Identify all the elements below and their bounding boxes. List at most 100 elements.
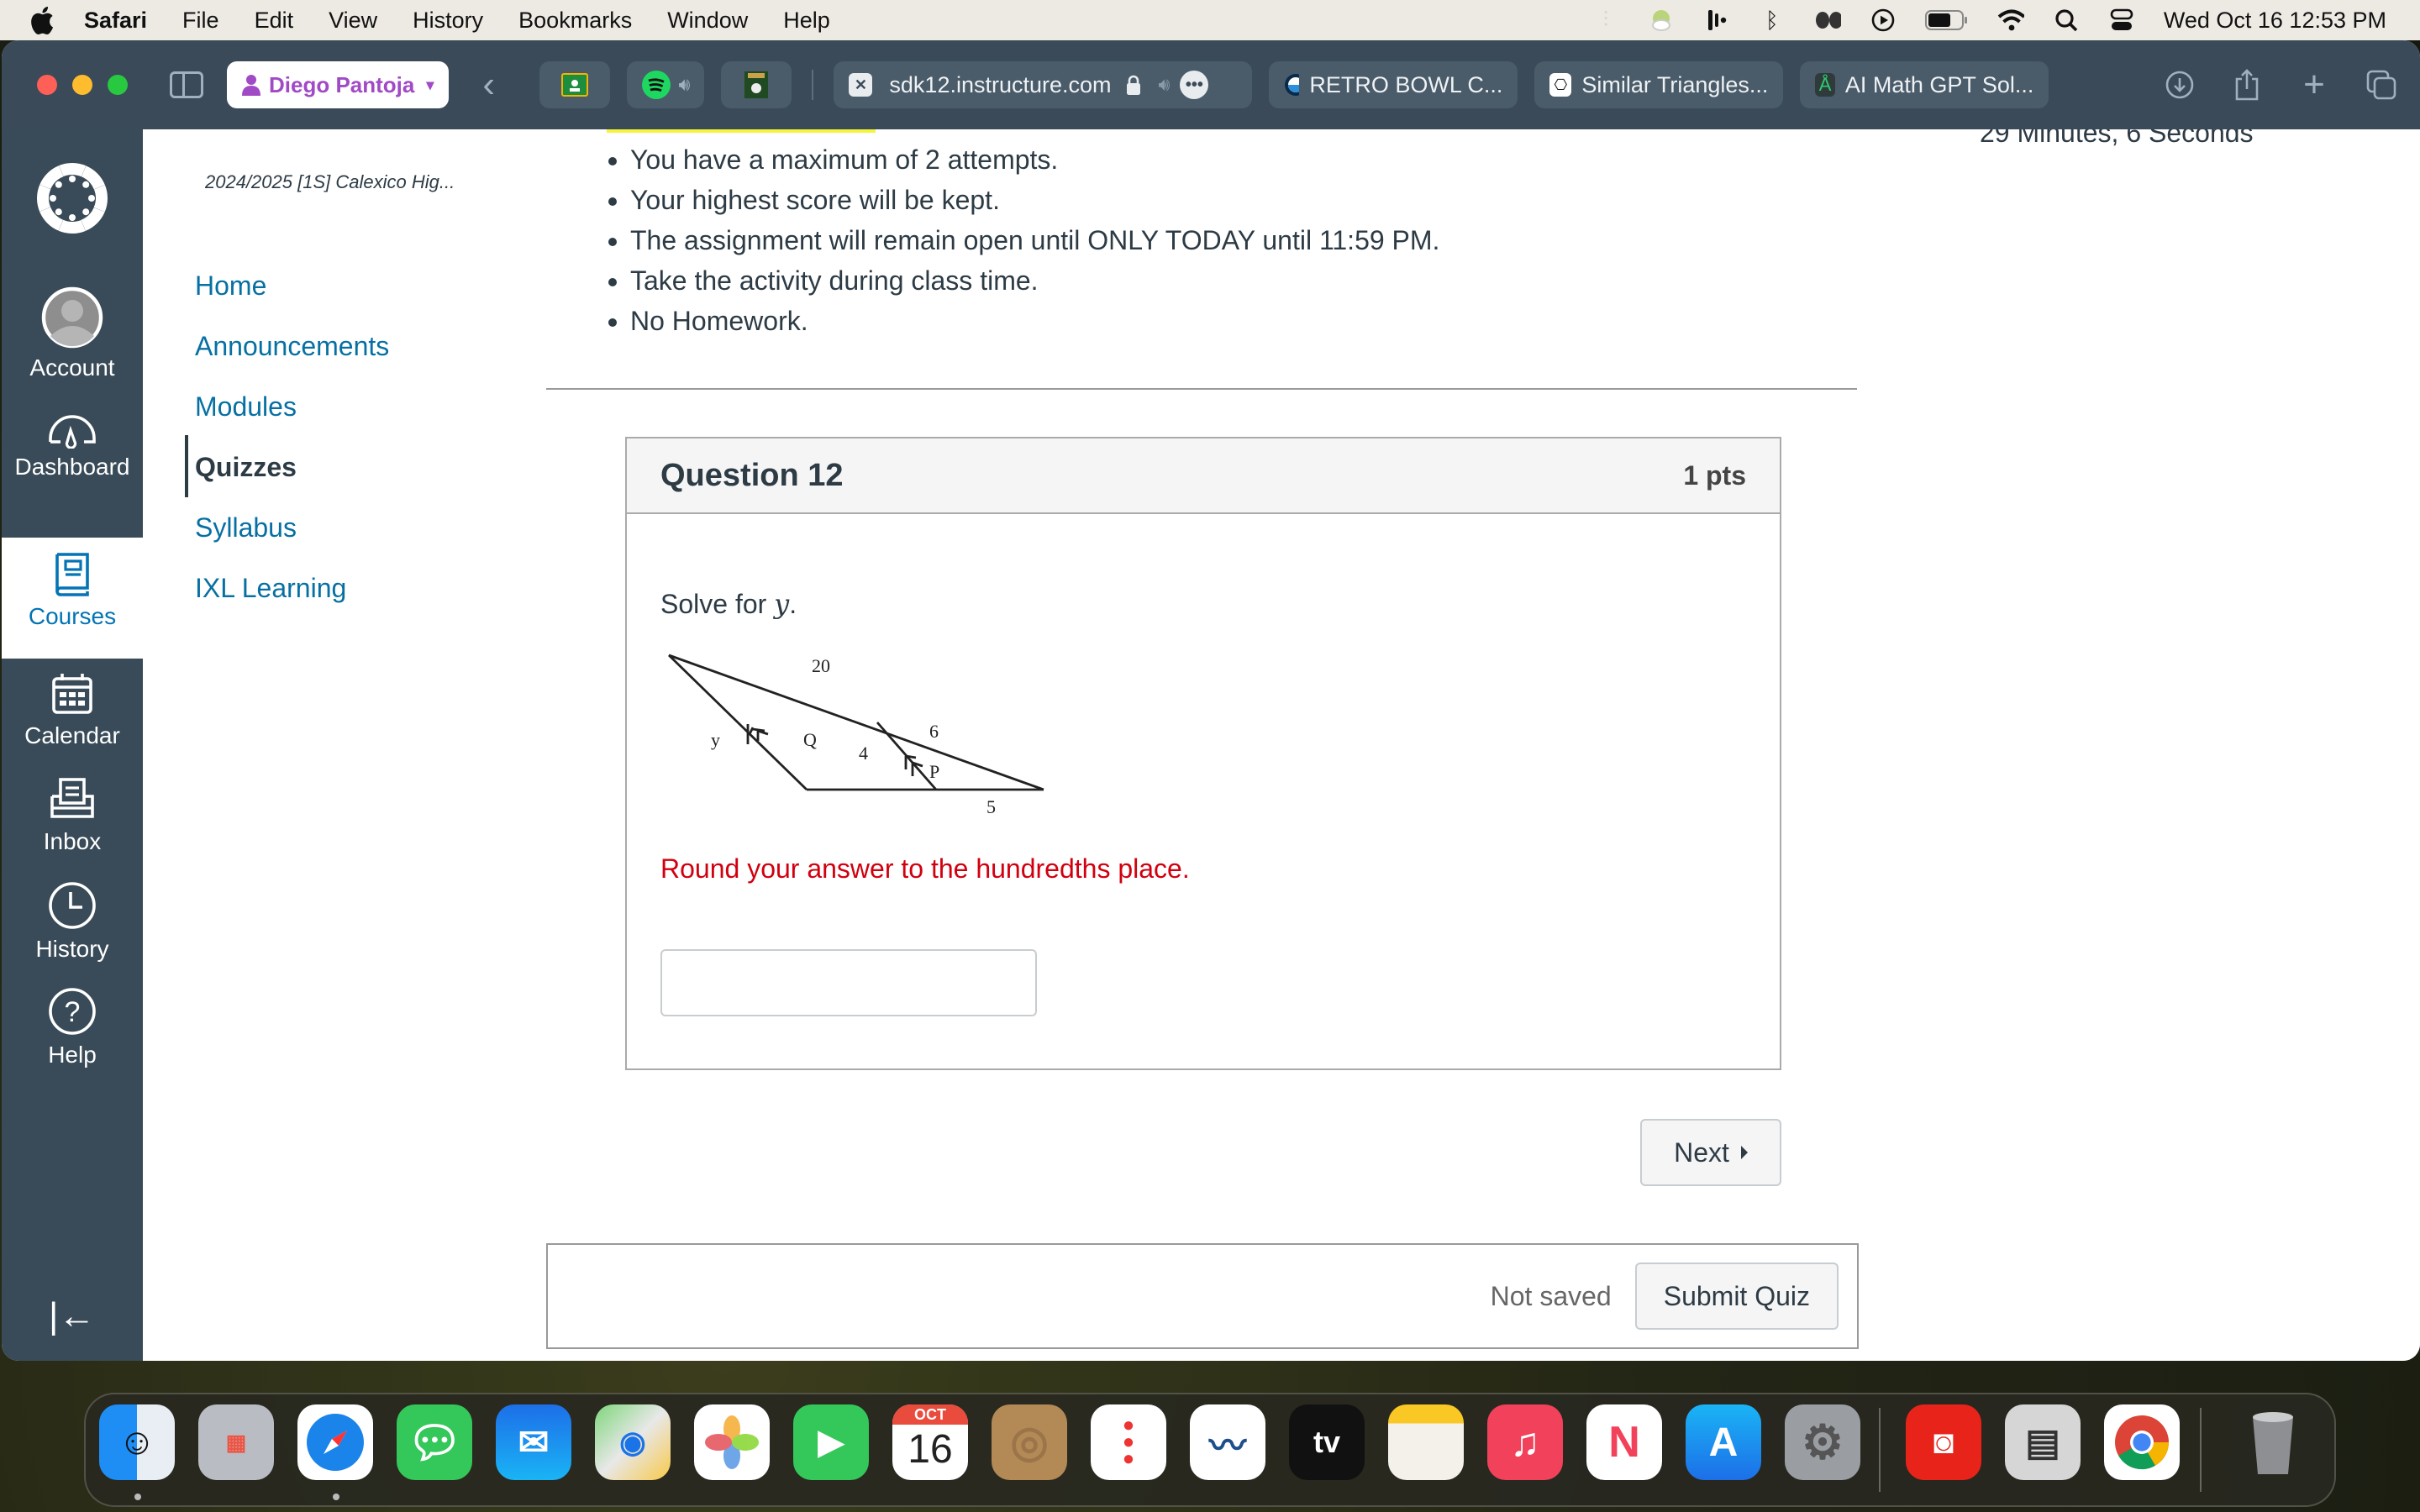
- next-button[interactable]: Next: [1640, 1119, 1781, 1186]
- instructions-divider: [546, 388, 1857, 390]
- new-tab-icon[interactable]: +: [2299, 64, 2329, 105]
- label-Q: Q: [803, 729, 817, 750]
- course-nav-modules[interactable]: Modules: [195, 391, 297, 423]
- answer-input[interactable]: [660, 949, 1037, 1016]
- course-nav-announcements[interactable]: Announcements: [195, 331, 389, 362]
- dock-photo-booth[interactable]: ◙: [1906, 1404, 1981, 1480]
- apple-menu-icon[interactable]: [30, 6, 60, 34]
- control-center-icon[interactable]: [2108, 8, 2135, 32]
- lock-icon: [1126, 75, 1140, 95]
- dock-app-store[interactable]: A: [1686, 1404, 1761, 1480]
- dock-apple-tv[interactable]: tv: [1289, 1404, 1365, 1480]
- menu-history[interactable]: History: [413, 8, 483, 34]
- bluetooth-icon[interactable]: ᛒ: [1759, 8, 1786, 33]
- tab-title: sdk12.instructure.com: [889, 71, 1112, 97]
- instruction-item: Take the activity during class time.: [630, 260, 1439, 301]
- close-tab-icon[interactable]: ✕: [849, 73, 873, 97]
- canvas-logo-icon[interactable]: [37, 163, 108, 234]
- pinned-tab-billiards[interactable]: [721, 61, 792, 108]
- global-nav-account[interactable]: Account: [2, 286, 143, 381]
- course-nav-home[interactable]: Home: [195, 270, 266, 302]
- minimize-window-button[interactable]: [72, 75, 92, 95]
- global-nav-inbox[interactable]: Inbox: [2, 776, 143, 855]
- global-nav-courses[interactable]: Courses: [2, 538, 143, 659]
- submit-quiz-button[interactable]: Submit Quiz: [1634, 1263, 1839, 1330]
- airpods-icon[interactable]: [1814, 8, 1841, 32]
- global-nav-label: Account: [29, 354, 115, 381]
- pinned-tab-classroom[interactable]: [539, 61, 611, 108]
- dock-trash[interactable]: [2235, 1404, 2311, 1480]
- calendar-icon: [52, 674, 92, 714]
- pinned-tab-spotify[interactable]: 🔊︎: [627, 61, 705, 108]
- dock-safari[interactable]: [297, 1404, 373, 1480]
- global-nav-dashboard[interactable]: Dashboard: [2, 408, 143, 480]
- speaker-icon[interactable]: 🔊︎: [678, 74, 690, 96]
- highlighted-text-fragment: [607, 129, 876, 133]
- dock-contacts[interactable]: ◎: [992, 1404, 1067, 1480]
- dock-calculator[interactable]: ▤: [2005, 1404, 2081, 1480]
- sidebar-toggle-icon[interactable]: [170, 71, 203, 98]
- dock-music[interactable]: ♫: [1487, 1404, 1563, 1480]
- wifi-icon[interactable]: [1997, 8, 2024, 32]
- menubar-clock[interactable]: Wed Oct 16 12:53 PM: [2164, 8, 2386, 34]
- menu-view[interactable]: View: [329, 8, 377, 34]
- menu-safari[interactable]: Safari: [84, 8, 147, 34]
- dock-maps[interactable]: ◉: [595, 1404, 671, 1480]
- menu-help[interactable]: Help: [783, 8, 830, 34]
- news-icon: N: [1608, 1418, 1640, 1467]
- audio-meter-icon[interactable]: ⫶: [1592, 7, 1619, 32]
- dock-chrome[interactable]: [2104, 1404, 2180, 1480]
- course-nav-ixl-learning[interactable]: IXL Learning: [195, 573, 346, 604]
- dock-finder[interactable]: ☺: [99, 1404, 175, 1480]
- course-nav-syllabus[interactable]: Syllabus: [195, 512, 297, 543]
- dock-notes[interactable]: [1388, 1404, 1464, 1480]
- dock-calendar[interactable]: OCT 16: [892, 1404, 968, 1480]
- menu-file[interactable]: File: [182, 8, 219, 34]
- reminders-icon: ● ● ●: [1122, 1414, 1135, 1470]
- dock-news[interactable]: N: [1586, 1404, 1662, 1480]
- close-window-button[interactable]: [37, 75, 57, 95]
- dock-freeform[interactable]: 〰: [1190, 1404, 1265, 1480]
- spotlight-search-icon[interactable]: [2053, 8, 2080, 32]
- global-nav-history[interactable]: History: [2, 880, 143, 963]
- collapse-nav-icon[interactable]: |←: [49, 1295, 95, 1337]
- speaker-muted-icon[interactable]: 🔊︎: [1159, 74, 1171, 96]
- tab-overview-icon[interactable]: [2366, 70, 2396, 100]
- battery-icon[interactable]: [1924, 8, 1969, 32]
- tab-retro-bowl[interactable]: RETRO BOWL C...: [1269, 61, 1518, 108]
- tab-ai-math-gpt[interactable]: Å AI Math GPT Sol...: [1800, 61, 2049, 108]
- share-icon[interactable]: [2232, 69, 2262, 101]
- tab-separator: [812, 70, 814, 100]
- dock-photos[interactable]: [694, 1404, 770, 1480]
- menu-edit[interactable]: Edit: [255, 8, 294, 34]
- global-nav-calendar[interactable]: Calendar: [2, 670, 143, 749]
- dock-mail[interactable]: ✉: [496, 1404, 571, 1480]
- weather-icon[interactable]: [1648, 8, 1675, 32]
- dock-reminders[interactable]: ● ● ●: [1091, 1404, 1166, 1480]
- profile-button[interactable]: Diego Pantoja ▾: [227, 61, 450, 108]
- menu-window[interactable]: Window: [667, 8, 748, 34]
- dock-launchpad[interactable]: ▦: [198, 1404, 274, 1480]
- global-nav-help[interactable]: ? Help: [2, 986, 143, 1068]
- course-nav-quizzes[interactable]: Quizzes: [195, 452, 297, 483]
- dock-system-settings[interactable]: ⚙: [1785, 1404, 1860, 1480]
- finder-icon: ☺: [118, 1421, 156, 1462]
- apple-tv-icon: tv: [1313, 1425, 1340, 1459]
- calendar-day: 16: [908, 1427, 953, 1472]
- podcast-icon[interactable]: [1703, 8, 1730, 32]
- dock-messages[interactable]: 💬︎: [397, 1404, 472, 1480]
- play-icon[interactable]: [1870, 8, 1897, 32]
- menu-bookmarks[interactable]: Bookmarks: [518, 8, 632, 34]
- tab-similar-triangles[interactable]: ⎔ Similar Triangles...: [1534, 61, 1784, 108]
- dock-facetime[interactable]: ▶︎: [793, 1404, 869, 1480]
- zoom-window-button[interactable]: [108, 75, 128, 95]
- label-4: 4: [859, 743, 868, 764]
- course-title[interactable]: 2024/2025 [1S] Calexico Hig...: [205, 171, 455, 193]
- photo-booth-icon: ◙: [1933, 1423, 1954, 1461]
- instruction-item: Your highest score will be kept.: [630, 180, 1439, 220]
- tab-canvas-active[interactable]: ✕ sdk12.instructure.com 🔊︎ •••: [834, 61, 1253, 108]
- back-button[interactable]: ‹: [482, 66, 506, 103]
- courses-icon: [55, 553, 89, 596]
- downloads-icon[interactable]: [2165, 70, 2195, 100]
- more-options-icon[interactable]: •••: [1180, 71, 1209, 99]
